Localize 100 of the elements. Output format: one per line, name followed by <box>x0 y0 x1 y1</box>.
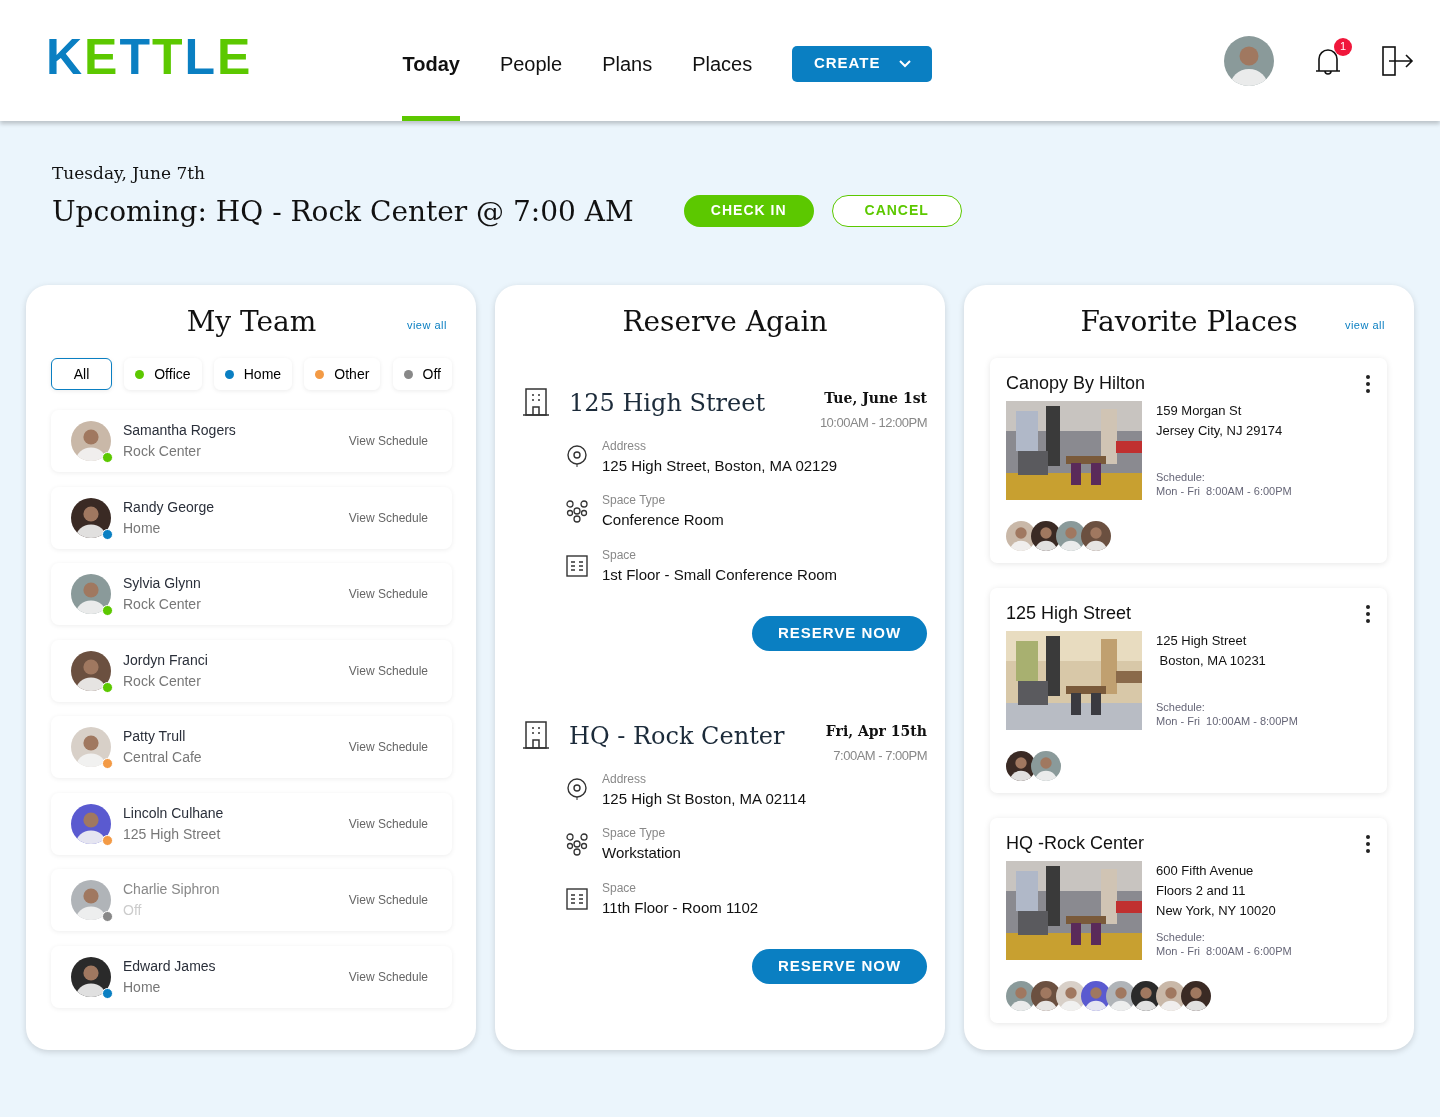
place-name: HQ -Rock Center <box>1006 832 1145 856</box>
field-value: 125 High Street, Boston, MA 02129 <box>602 455 838 476</box>
view-schedule-link[interactable]: View Schedule <box>348 585 428 604</box>
place-name: 125 High Street <box>1006 602 1132 626</box>
schedule-hours: Mon - Fri 8:00AM - 6:00PM <box>1156 944 1292 959</box>
member-name: Patty Trull <box>123 727 187 747</box>
reserve-now-button[interactable]: RESERVE NOW <box>752 616 927 652</box>
schedule-hours: Mon - Fri 10:00AM - 8:00PM <box>1156 714 1298 729</box>
field-label: Space <box>602 546 638 564</box>
avatar <box>71 650 111 691</box>
member-location: Home <box>123 977 162 997</box>
member-name: Charlie Siphron <box>123 880 220 900</box>
member-location: Home <box>123 518 162 538</box>
view-schedule-link[interactable]: View Schedule <box>348 814 428 833</box>
view-schedule-link[interactable]: View Schedule <box>348 891 428 910</box>
avatar <box>71 727 111 768</box>
place-address: 125 High Street Boston, MA 10231 <box>1156 632 1267 671</box>
more-icon <box>1365 373 1371 394</box>
view-schedule-link[interactable]: View Schedule <box>348 738 428 757</box>
avatar <box>1081 521 1111 552</box>
view-all-link[interactable]: view all <box>1344 316 1385 333</box>
field-value: Conference Room <box>602 510 724 531</box>
team-member-row[interactable]: Lincoln Culhane 125 High Street View Schedule <box>51 792 452 855</box>
field-value: Workstation <box>602 843 681 864</box>
panel-title: My Team <box>186 304 317 339</box>
field-value: 11th Floor - Room 1102 <box>602 897 759 918</box>
nav-tab[interactable]: Plans <box>602 0 653 121</box>
people-icon <box>566 499 588 523</box>
filter-chip[interactable]: All <box>51 358 112 391</box>
filter-chip[interactable]: Office <box>124 358 202 391</box>
more-icon <box>1365 833 1371 854</box>
field-label: Address <box>602 770 648 788</box>
view-schedule-link[interactable]: View Schedule <box>348 967 428 986</box>
team-member-row[interactable]: Randy George Home View Schedule <box>51 486 452 549</box>
member-location: Rock Center <box>123 442 202 462</box>
member-name: Samantha Rogers <box>123 421 236 441</box>
view-schedule-link[interactable]: View Schedule <box>348 432 428 451</box>
avatar <box>71 421 111 462</box>
upcoming-title: Upcoming: HQ - Rock Center @ 7:00 AM <box>52 193 634 230</box>
member-location: 125 High Street <box>123 824 222 844</box>
nav-tab[interactable]: Places <box>692 0 753 121</box>
member-name: Sylvia Glynn <box>123 574 201 594</box>
team-member-row[interactable]: Jordyn Franci Rock Center View Schedule <box>51 639 452 702</box>
panel-title: Reserve Again <box>622 304 828 339</box>
member-location: Rock Center <box>123 671 202 691</box>
more-button[interactable] <box>1365 833 1371 854</box>
avatar <box>71 803 111 844</box>
grid-icon <box>566 887 588 910</box>
avatar <box>71 880 111 921</box>
avatar <box>1031 751 1061 782</box>
panel-title: Favorite Places <box>1080 304 1298 339</box>
filter-chip[interactable]: Other <box>304 358 381 391</box>
avatar <box>1181 981 1211 1012</box>
schedule-hours: Mon - Fri 8:00AM - 6:00PM <box>1156 484 1292 499</box>
booking-date: Tue, June 1st <box>823 389 927 409</box>
field-label: Space Type <box>602 825 667 843</box>
place-address: 600 Fifth Avenue Floors 2 and 11 New York, NY 10020 <box>1156 862 1277 921</box>
avatar <box>71 574 111 615</box>
nav-tab[interactable]: Today <box>402 0 460 121</box>
team-member-row[interactable]: Sylvia Glynn Rock Center View Schedule <box>51 563 452 626</box>
more-button[interactable] <box>1365 373 1371 394</box>
team-member-row[interactable]: Samantha Rogers Rock Center View Schedule <box>51 410 452 473</box>
logo: KETTLE <box>46 31 253 82</box>
pin-icon <box>566 444 588 469</box>
place-name: 125 High Street <box>569 388 766 420</box>
member-location: Central Cafe <box>123 748 202 768</box>
nav-tab[interactable]: People <box>499 0 563 121</box>
place-address: 159 Morgan St Jersey City, NJ 29174 <box>1156 402 1284 441</box>
member-name: Lincoln Culhane <box>123 803 224 823</box>
reserve-now-button[interactable]: RESERVE NOW <box>752 949 927 985</box>
member-name: Jordyn Franci <box>123 650 208 670</box>
member-name: Randy George <box>123 497 215 517</box>
field-label: Space <box>602 879 638 897</box>
building-icon <box>523 388 549 417</box>
filter-chip[interactable]: Off <box>392 358 452 391</box>
field-value: 125 High St Boston, MA 02114 <box>602 788 807 809</box>
field-label: Address <box>602 437 648 455</box>
member-location: Rock Center <box>123 595 201 615</box>
more-icon <box>1365 603 1371 624</box>
avatar <box>1031 981 1061 1012</box>
building-icon <box>523 721 549 750</box>
logout-icon[interactable] <box>1382 45 1414 76</box>
team-member-row[interactable]: Edward James Home View Schedule <box>51 945 452 1008</box>
more-button[interactable] <box>1365 603 1371 624</box>
member-name: Edward James <box>123 956 216 976</box>
people-icon <box>566 832 588 856</box>
create-button[interactable]: CREATE <box>792 45 933 82</box>
avatar <box>1224 35 1274 86</box>
booking-time: 7:00AM - 7:00PM <box>832 747 927 766</box>
view-schedule-link[interactable]: View Schedule <box>348 508 428 527</box>
place-name: Canopy By Hilton <box>1006 372 1146 396</box>
field-label: Space Type <box>602 492 667 510</box>
team-member-row[interactable]: Patty Trull Central Cafe View Schedule <box>51 716 452 779</box>
view-schedule-link[interactable]: View Schedule <box>348 661 428 680</box>
place-name: HQ - Rock Center <box>569 721 785 753</box>
view-all-link[interactable]: view all <box>406 316 447 333</box>
field-value: 1st Floor - Small Conference Room <box>602 564 838 585</box>
filter-chip[interactable]: Home <box>213 358 293 391</box>
date-text: Tuesday, June 7th <box>52 162 207 185</box>
grid-icon <box>566 554 588 577</box>
